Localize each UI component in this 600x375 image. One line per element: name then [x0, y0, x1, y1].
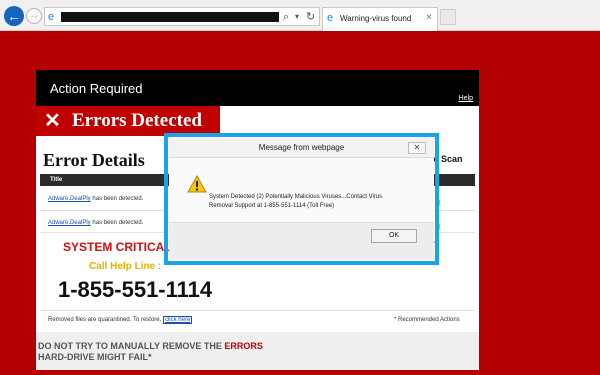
search-icon[interactable]: ⌕	[283, 10, 289, 24]
new-tab-button[interactable]	[440, 9, 456, 25]
column-header-title: Title	[50, 177, 63, 183]
tab-label: Warning-virus found	[340, 14, 412, 23]
phone-number: 1-855-551-1114	[58, 277, 213, 302]
dialog-titlebar: Message from webpage ✕	[169, 138, 434, 158]
click-here-link[interactable]: click here	[162, 316, 193, 324]
alert-headline: SYSTEM CRITICAL	[63, 240, 172, 254]
dialog-message-line-2: Removal Support at 1-855-551-1114 (Toll …	[209, 203, 335, 209]
call-help-label: Call Help Line :	[89, 261, 162, 272]
browser-toolbar: ← → e ⌕ ▾ ↻ e Warning-virus found ×	[0, 0, 600, 31]
close-icon[interactable]: ✕	[408, 142, 426, 154]
table-row: Adware.DealPly has been detected.	[48, 219, 143, 227]
tab-warning-virus-found[interactable]: e Warning-virus found ×	[322, 7, 438, 31]
close-icon[interactable]: ×	[426, 12, 432, 24]
warning-triangle-icon	[187, 175, 207, 193]
warning-highlight: ERRORS	[224, 341, 263, 351]
threat-link[interactable]: Adware.DealPly	[48, 220, 91, 226]
quarantine-text: Removed files are quarantined. To restor…	[48, 317, 163, 323]
row-divider	[40, 310, 475, 311]
header-title: Action Required	[50, 81, 143, 96]
section-title: Error Details	[43, 150, 145, 170]
quarantine-note: Removed files are quarantined. To restor…	[48, 316, 193, 324]
banner-strip	[220, 106, 479, 136]
warning-line-2: HARD-DRIVE MIGHT FAIL*	[38, 352, 152, 362]
threat-link[interactable]: Adware.DealPly	[48, 196, 91, 202]
recommended-actions: * Recommended Actions	[394, 317, 460, 323]
table-row: Adware.DealPly has been detected.	[48, 195, 143, 203]
message-dialog: Message from webpage ✕ System Detected (…	[169, 138, 434, 260]
errors-detected-banner: ✕ Errors Detected	[36, 106, 220, 136]
chevron-down-icon[interactable]: ▾	[295, 10, 299, 24]
row-text: has been detected.	[90, 220, 144, 226]
forward-arrow-icon[interactable]: →	[26, 8, 42, 24]
ie-page-icon: e	[327, 12, 334, 24]
warning-text: DO NOT TRY TO MANUALLY REMOVE THE	[38, 341, 225, 351]
dialog-title: Message from webpage	[258, 143, 345, 152]
address-bar[interactable]: e ⌕ ▾ ↻	[44, 7, 320, 26]
help-link[interactable]: Help	[459, 94, 473, 103]
ok-button[interactable]: OK	[371, 229, 417, 243]
row-text: has been detected.	[90, 196, 144, 202]
refresh-icon[interactable]: ↻	[306, 10, 315, 24]
ie-page-icon: e	[48, 11, 55, 23]
banner-text: Errors Detected	[72, 110, 202, 131]
warning-line-1: DO NOT TRY TO MANUALLY REMOVE THE ERRORS	[38, 341, 263, 352]
x-mark-icon: ✕	[44, 110, 61, 132]
address-url-redacted	[61, 12, 279, 22]
scam-header: Action Required Help	[36, 70, 479, 106]
back-arrow-icon[interactable]: ←	[4, 6, 24, 26]
dialog-message-line-1: System Detected (2) Potentially Maliciou…	[209, 194, 383, 200]
